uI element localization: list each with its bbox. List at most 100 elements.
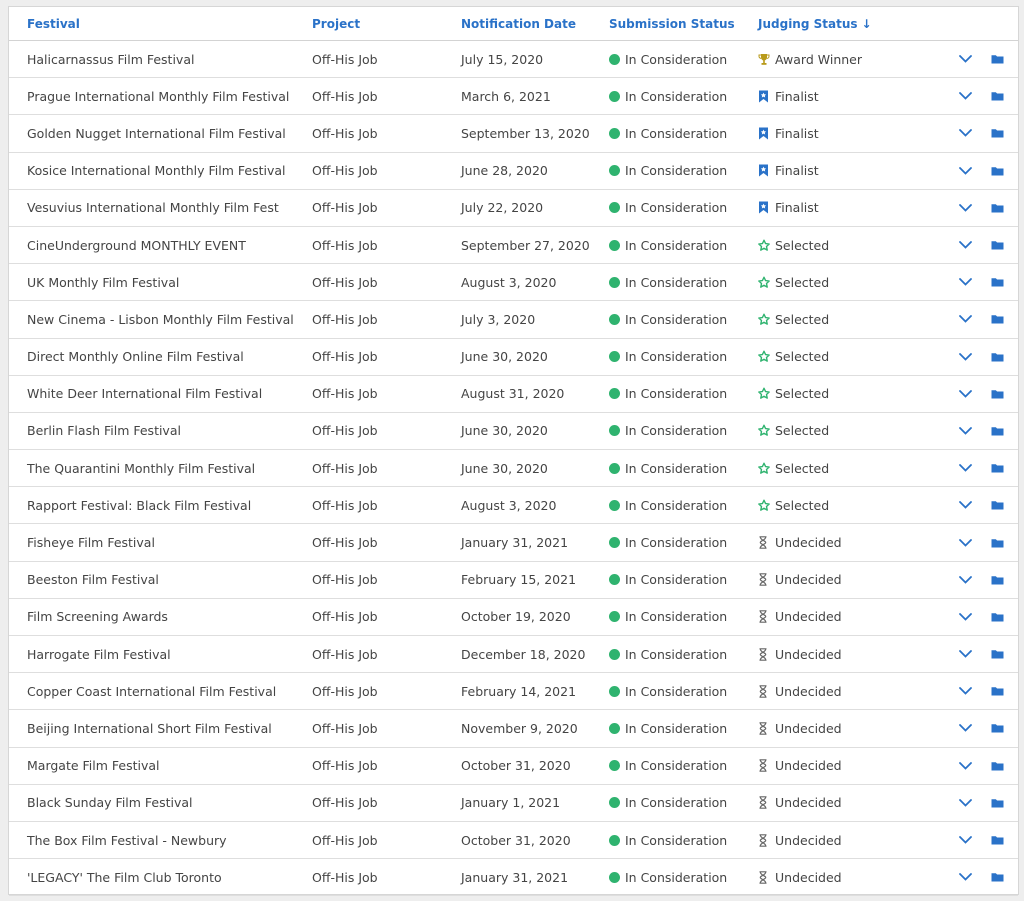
festival-name[interactable]: Fisheye Film Festival (27, 524, 307, 560)
table-row[interactable]: Beijing International Short Film Festiva… (9, 710, 1018, 748)
festival-name[interactable]: Kosice International Monthly Film Festiv… (27, 153, 307, 189)
folder-icon[interactable] (991, 538, 1004, 548)
chevron-down-icon[interactable] (958, 241, 972, 249)
chevron-down-icon[interactable] (958, 650, 972, 658)
folder-icon[interactable] (991, 575, 1004, 585)
chevron-down-icon[interactable] (958, 798, 972, 807)
folder-icon[interactable] (991, 389, 1004, 399)
chevron-down-icon[interactable] (958, 278, 972, 286)
chevron-down-icon[interactable] (958, 129, 972, 138)
chevron-down-icon[interactable] (958, 92, 972, 101)
folder-icon[interactable] (991, 761, 1004, 771)
chevron-down-icon[interactable] (958, 501, 972, 510)
table-row[interactable]: Rapport Festival: Black Film Festival Off… (9, 487, 1018, 525)
festival-name[interactable]: Prague International Monthly Film Festiv… (27, 78, 307, 114)
table-row[interactable]: White Deer International Film Festival Of… (9, 376, 1018, 413)
table-row[interactable]: Berlin Flash Film Festival Off-His Job Jun… (9, 413, 1018, 451)
festival-name[interactable]: Golden Nugget International Film Festiva… (27, 115, 307, 151)
festival-name[interactable]: Black Sunday Film Festival (27, 785, 307, 821)
festival-name[interactable]: Margate Film Festival (27, 748, 307, 784)
festival-name[interactable]: Beeston Film Festival (27, 562, 307, 598)
chevron-down-icon[interactable] (958, 203, 972, 212)
table-row[interactable]: New Cinema - Lisbon Monthly Film Festiva… (9, 301, 1018, 339)
folder-icon[interactable] (991, 872, 1004, 882)
table-row[interactable]: The Box Film Festival - Newbury Off-His J… (9, 822, 1018, 860)
header-festival[interactable]: Festival (27, 7, 307, 40)
folder-icon[interactable] (991, 128, 1004, 138)
header-judging-status[interactable]: Judging Status ↓ (758, 7, 918, 40)
table-row[interactable]: UK Monthly Film Festival Off-His Job Augus… (9, 264, 1018, 302)
chevron-down-icon[interactable] (958, 687, 972, 696)
festival-name[interactable]: Halicarnassus Film Festival (27, 41, 307, 77)
table-row[interactable]: 'LEGACY' The Film Club Toronto Off-His Jo… (9, 859, 1018, 897)
chevron-down-icon[interactable] (958, 315, 972, 324)
chevron-down-icon[interactable] (958, 724, 972, 733)
table-row[interactable]: The Quarantini Monthly Film Festival Off-… (9, 450, 1018, 488)
table-row[interactable]: Direct Monthly Online Film Festival Off-H… (9, 339, 1018, 376)
table-row[interactable]: Fisheye Film Festival Off-His Job January … (9, 524, 1018, 562)
table-row[interactable]: Prague International Monthly Film Festiv… (9, 78, 1018, 116)
folder-icon[interactable] (991, 54, 1004, 64)
festival-name[interactable]: CineUnderground MONTHLY EVENT (27, 227, 307, 263)
folder-icon[interactable] (991, 203, 1004, 213)
folder-icon[interactable] (991, 240, 1004, 250)
chevron-down-icon[interactable] (958, 427, 972, 435)
folder-icon[interactable] (991, 835, 1004, 845)
header-project[interactable]: Project (312, 7, 452, 40)
chevron-down-icon[interactable] (958, 836, 972, 844)
festival-name[interactable]: Beijing International Short Film Festiva… (27, 710, 307, 746)
table-row[interactable]: Beeston Film Festival Off-His Job February… (9, 562, 1018, 599)
table-row[interactable]: Vesuvius International Monthly Film Fest… (9, 190, 1018, 227)
table-row[interactable]: Golden Nugget International Film Festiva… (9, 115, 1018, 153)
chevron-down-icon[interactable] (958, 55, 972, 63)
folder-icon[interactable] (991, 798, 1004, 808)
chevron-down-icon[interactable] (958, 613, 972, 621)
notification-date: July 15, 2020 (461, 51, 544, 67)
festival-name[interactable]: 'LEGACY' The Film Club Toronto (27, 859, 307, 895)
festival-name[interactable]: Film Screening Awards (27, 599, 307, 635)
header-submission-status[interactable]: Submission Status (609, 7, 754, 40)
table-row[interactable]: Halicarnassus Film Festival Off-His Job Ju… (9, 41, 1018, 79)
festival-name[interactable]: Berlin Flash Film Festival (27, 413, 307, 449)
table-row[interactable]: Kosice International Monthly Film Festiv… (9, 153, 1018, 190)
folder-icon[interactable] (991, 463, 1004, 473)
star-icon (758, 239, 770, 252)
table-row[interactable]: Black Sunday Film Festival Off-His Job Jan… (9, 785, 1018, 822)
folder-icon[interactable] (991, 686, 1004, 696)
festival-name[interactable]: The Quarantini Monthly Film Festival (27, 450, 307, 486)
folder-icon[interactable] (991, 166, 1004, 176)
festival-name[interactable]: The Box Film Festival - Newbury (27, 822, 307, 858)
folder-icon[interactable] (991, 426, 1004, 436)
submission-status-label: In Consideration (625, 497, 728, 513)
chevron-down-icon[interactable] (958, 352, 972, 361)
folder-icon[interactable] (991, 612, 1004, 622)
festival-name[interactable]: Harrogate Film Festival (27, 636, 307, 672)
folder-icon[interactable] (991, 91, 1004, 101)
festival-name[interactable]: New Cinema - Lisbon Monthly Film Festiva… (27, 301, 307, 337)
chevron-down-icon[interactable] (958, 575, 972, 584)
festival-name[interactable]: Rapport Festival: Black Film Festival (27, 487, 307, 523)
folder-icon[interactable] (991, 649, 1004, 659)
folder-icon[interactable] (991, 277, 1004, 287)
festival-name[interactable]: White Deer International Film Festival (27, 376, 307, 412)
festival-name[interactable]: Copper Coast International Film Festival (27, 673, 307, 709)
festival-name[interactable]: UK Monthly Film Festival (27, 264, 307, 300)
folder-icon[interactable] (991, 500, 1004, 510)
chevron-down-icon[interactable] (958, 464, 972, 472)
table-row[interactable]: Harrogate Film Festival Off-His Job Decemb… (9, 636, 1018, 674)
folder-icon[interactable] (991, 352, 1004, 362)
festival-name[interactable]: Vesuvius International Monthly Film Fest (27, 190, 307, 226)
chevron-down-icon[interactable] (958, 538, 972, 547)
chevron-down-icon[interactable] (958, 389, 972, 398)
folder-icon[interactable] (991, 723, 1004, 733)
table-row[interactable]: CineUnderground MONTHLY EVENT Off-His Job… (9, 227, 1018, 265)
table-row[interactable]: Copper Coast International Film Festival… (9, 673, 1018, 711)
header-notification-date[interactable]: Notification Date (461, 7, 606, 40)
folder-icon[interactable] (991, 314, 1004, 324)
chevron-down-icon[interactable] (958, 873, 972, 881)
table-row[interactable]: Margate Film Festival Off-His Job October … (9, 748, 1018, 785)
chevron-down-icon[interactable] (958, 761, 972, 770)
chevron-down-icon[interactable] (958, 166, 972, 175)
festival-name[interactable]: Direct Monthly Online Film Festival (27, 339, 307, 375)
table-row[interactable]: Film Screening Awards Off-His Job October … (9, 599, 1018, 636)
